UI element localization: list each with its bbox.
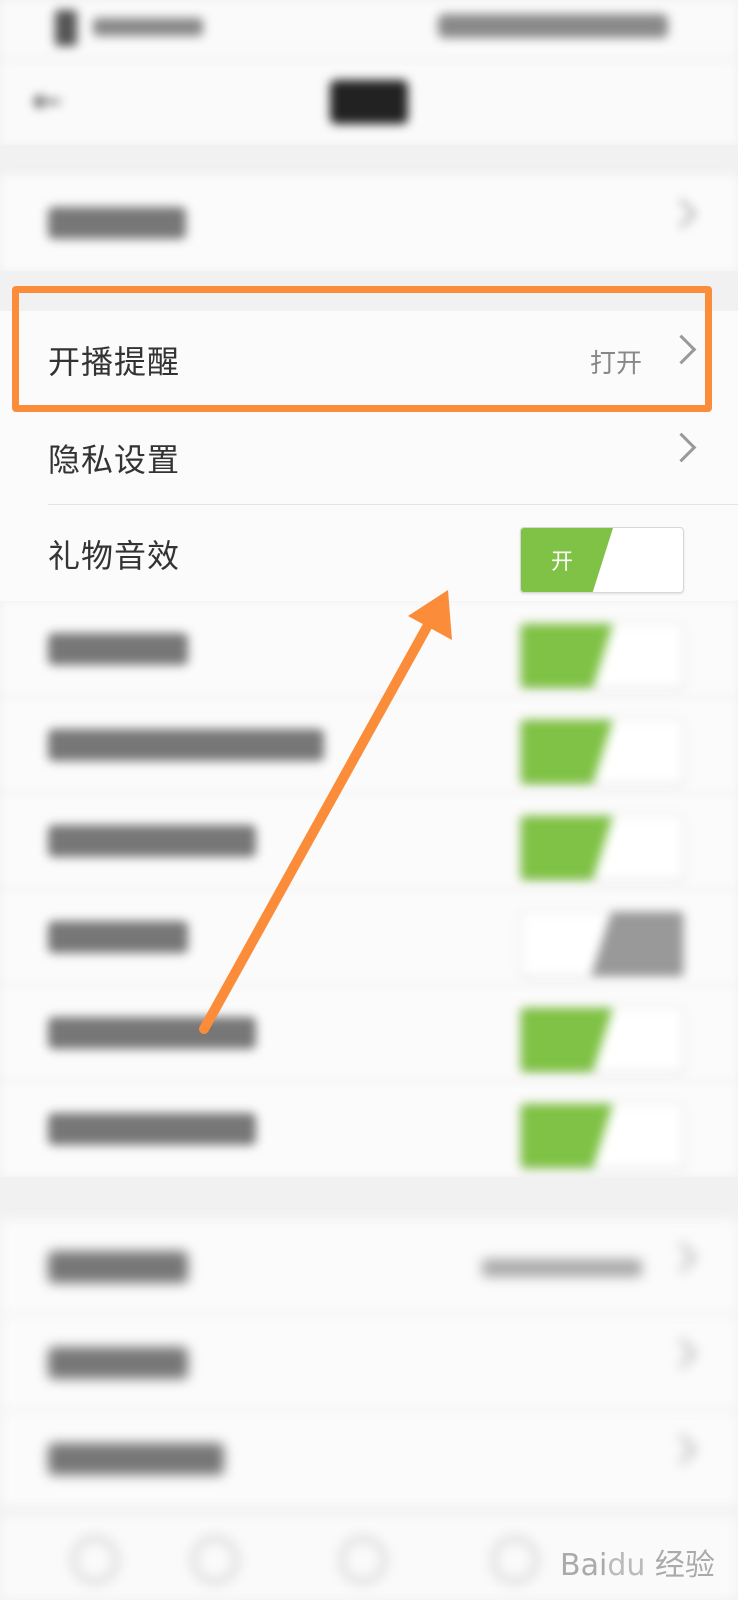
carrier-text [93,18,203,36]
settings-row-account[interactable] [0,175,738,271]
chevron-right-icon [666,1338,697,1369]
chevron-right-icon [666,198,697,229]
row-label: 隐私设置 [48,441,181,479]
toggle-switch[interactable] [520,815,684,881]
row-label [48,921,188,953]
toggle-on-label: 开 [551,550,574,575]
settings-row-blurred-3 [0,793,738,889]
settings-row-blurred-6 [0,1081,738,1177]
section-gap [0,1177,738,1219]
row-value [482,1259,642,1277]
toggle-switch[interactable] [520,719,684,785]
settings-row-blurred-1 [0,601,738,697]
row-label [48,1017,256,1049]
settings-row-privacy[interactable]: 隐私设置 [0,409,738,505]
section-gap [0,145,738,175]
row-label [48,633,188,665]
row-label [48,825,256,857]
toggle-off-fill [591,912,683,976]
app-header: ← [0,60,738,145]
toggle-switch[interactable] [520,1103,684,1169]
nav-search-icon[interactable] [192,1537,238,1583]
toggle-on-fill [521,624,613,688]
back-arrow-icon[interactable]: ← [32,82,72,122]
row-label [48,1347,188,1379]
settings-row-blurred-2 [0,697,738,793]
row-label: 礼物音效 [48,537,181,575]
page-title [330,80,408,124]
highlight-box [12,286,712,412]
status-bar [0,0,738,60]
toggle-on-fill [521,816,613,880]
nav-home-icon[interactable] [340,1537,386,1583]
toggle-switch[interactable] [520,623,684,689]
toggle-on-fill [521,1008,613,1072]
settings-row-blurred-5 [0,985,738,1081]
settings-row-blurred-9[interactable] [0,1411,738,1507]
toggle-switch[interactable] [520,1007,684,1073]
signal-icon [55,10,77,46]
gift-sound-toggle[interactable]: 开 [520,527,684,593]
status-left [55,10,205,46]
row-label [48,207,186,239]
status-right-icons [438,14,668,38]
chevron-right-icon [666,1242,697,1273]
row-label [48,729,324,761]
toggle-on-fill [521,720,613,784]
toggle-switch[interactable] [520,911,684,977]
nav-menu-icon[interactable] [492,1537,538,1583]
chevron-right-icon [666,1434,697,1465]
settings-row-blurred-4 [0,889,738,985]
settings-row-blurred-8[interactable] [0,1315,738,1411]
settings-row-gift-sound: 礼物音效 开 [0,505,738,601]
watermark-logo: Baidu 经验 [560,1548,715,1583]
nav-back-icon[interactable] [72,1537,118,1583]
toggle-on-fill [521,1104,613,1168]
row-label [48,1443,224,1475]
row-label [48,1113,256,1145]
settings-row-blurred-7[interactable] [0,1219,738,1315]
chevron-right-icon [666,432,697,463]
row-label [48,1251,188,1283]
